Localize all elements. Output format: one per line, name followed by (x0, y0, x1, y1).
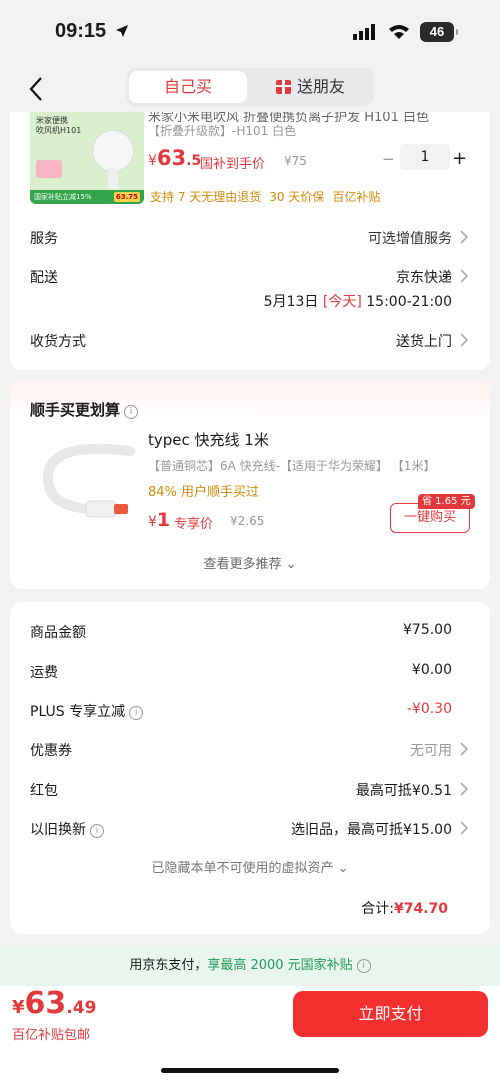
chevron-right-icon (460, 269, 469, 283)
receive-value: 送货上门 (396, 334, 452, 350)
info-icon[interactable]: i (129, 706, 144, 720)
delivery-value: 京东快递 (396, 270, 452, 286)
product-image[interactable]: 米家便携 吹风机H101 国家补贴立减15% 63.75 (30, 112, 144, 204)
recommend-price-label: 专享价 (174, 517, 214, 532)
tab-gift-friend[interactable]: 送朋友 (250, 71, 371, 103)
top-nav: 自己买 送朋友 (0, 68, 500, 108)
tag-subsidy: 百亿补贴 (332, 190, 381, 204)
battery-icon: 46 (420, 22, 458, 42)
service-label: 服务 (30, 231, 58, 247)
qty-decrease-button[interactable]: − (382, 150, 396, 168)
subsidy-banner[interactable]: 用京东支付，享最高 2000 元国家补贴 i (0, 946, 500, 986)
summary-label: PLUS 专享立减 i (30, 701, 144, 721)
chevron-right-icon (460, 333, 469, 347)
tab-gift-label: 送朋友 (296, 77, 345, 96)
home-indicator (161, 1068, 339, 1073)
summary-value: -¥0.30 (406, 701, 452, 717)
back-arrow-icon[interactable] (28, 76, 44, 102)
hair-dryer-image (92, 130, 134, 172)
signal-icon (353, 24, 375, 40)
summary-value: 选旧品，最高可抵¥15.00 (291, 822, 452, 838)
order-summary-card: 商品金额 ¥75.00 运费 ¥0.00 PLUS 专享立减 i -¥0.30 优… (10, 602, 490, 934)
recommend-heading: 顺手买更划算 i (30, 399, 139, 420)
product-image-caption: 米家便携 吹风机H101 (36, 116, 82, 135)
recommend-original-price: ¥2.65 (230, 514, 265, 528)
qty-increase-button[interactable]: + (452, 148, 467, 169)
receive-label: 收货方式 (30, 334, 86, 350)
hidden-assets-toggle[interactable]: 已隐藏本单不可使用的虚拟资产 ⌄ (10, 857, 490, 876)
info-icon[interactable]: i (356, 959, 371, 973)
product-image-band-price: 63.75 (113, 192, 140, 202)
info-icon[interactable]: i (124, 405, 139, 419)
chevron-right-icon (460, 782, 469, 796)
product-service-tags: 支持 7 天无理由退货 30 天价保 百亿补贴 (150, 188, 388, 205)
location-arrow-icon (116, 25, 128, 37)
summary-label: 商品金额 (30, 625, 86, 641)
recommend-buy-percent: 84% 用户顺手买过 (148, 485, 260, 500)
hair-dryer-handle (108, 167, 118, 189)
product-price-label: 国补到手价 (200, 157, 266, 172)
product-spec[interactable]: 【折叠升级款】-H101 白色 (148, 122, 296, 139)
summary-label: 优惠券 (30, 743, 72, 759)
status-time: 09:15 (55, 20, 107, 42)
bottom-subtitle: 百亿补贴包邮 (12, 1028, 91, 1043)
bottom-price: ¥63.49 (12, 986, 97, 1021)
recommend-spec: 【普通铜芯】6A 快充线-【适用于华为荣耀】 【1米】 (148, 459, 436, 473)
delivery-label: 配送 (30, 270, 58, 286)
pay-now-button[interactable]: 立即支付 (293, 991, 488, 1037)
wifi-icon (389, 25, 409, 39)
summary-label: 以旧换新 i (30, 819, 104, 839)
info-icon[interactable]: i (90, 824, 104, 838)
cable-product-image[interactable] (30, 431, 142, 535)
purchase-mode-tabs: 自己买 送朋友 (126, 68, 374, 106)
battery-level: 46 (429, 24, 445, 39)
service-value: 可选增值服务 (368, 231, 452, 247)
tag-price-protect: 30 天价保 (269, 190, 325, 204)
chevron-right-icon (460, 821, 469, 835)
more-recommend-link[interactable]: 查看更多推荐 ⌄ (10, 553, 490, 572)
product-image-band: 国家补贴立减15% 63.75 (30, 190, 144, 204)
summary-value: 无可用 (410, 743, 452, 759)
save-badge: 省 1.65 元 (418, 494, 475, 509)
status-bar: 09:15 46 (0, 0, 500, 68)
subsidy-prefix: 用京东支付， (129, 958, 208, 973)
chevron-right-icon (460, 230, 469, 244)
summary-label: 红包 (30, 783, 58, 799)
recommend-title[interactable]: typec 快充线 1米 (148, 429, 269, 450)
quantity-input[interactable]: 1 (400, 144, 450, 170)
summary-value: ¥75.00 (403, 622, 452, 638)
recommend-card: 顺手买更划算 i typec 快充线 1米 【普通铜芯】6A 快充线-【适用于华为… (10, 381, 490, 589)
recommend-price: ¥1 (148, 509, 171, 531)
chevron-right-icon (460, 742, 469, 756)
tab-self-buy[interactable]: 自己买 (129, 71, 247, 103)
delivery-time: 5月13日 [今天] 15:00-21:00 (263, 294, 452, 310)
summary-value: ¥0.00 (411, 662, 452, 678)
product-image-box (36, 160, 62, 178)
product-original-price: ¥75 (284, 154, 307, 168)
product-price: ¥63.5 (148, 146, 202, 170)
subsidy-highlight: 享最高 2000 元国家补贴 (207, 958, 353, 973)
summary-label: 运费 (30, 665, 58, 681)
tag-return: 支持 7 天无理由退货 (150, 190, 262, 204)
product-card: 米家便携 吹风机H101 国家补贴立减15% 63.75 米家小米电吹风 折叠便携负… (10, 112, 490, 370)
summary-value: 最高可抵¥0.51 (355, 783, 452, 799)
gift-icon (275, 80, 291, 94)
bottom-pay-bar: ¥63.49 百亿补贴包邮 立即支付 (0, 986, 500, 1084)
order-total: 合计:¥74.70 (361, 901, 448, 917)
